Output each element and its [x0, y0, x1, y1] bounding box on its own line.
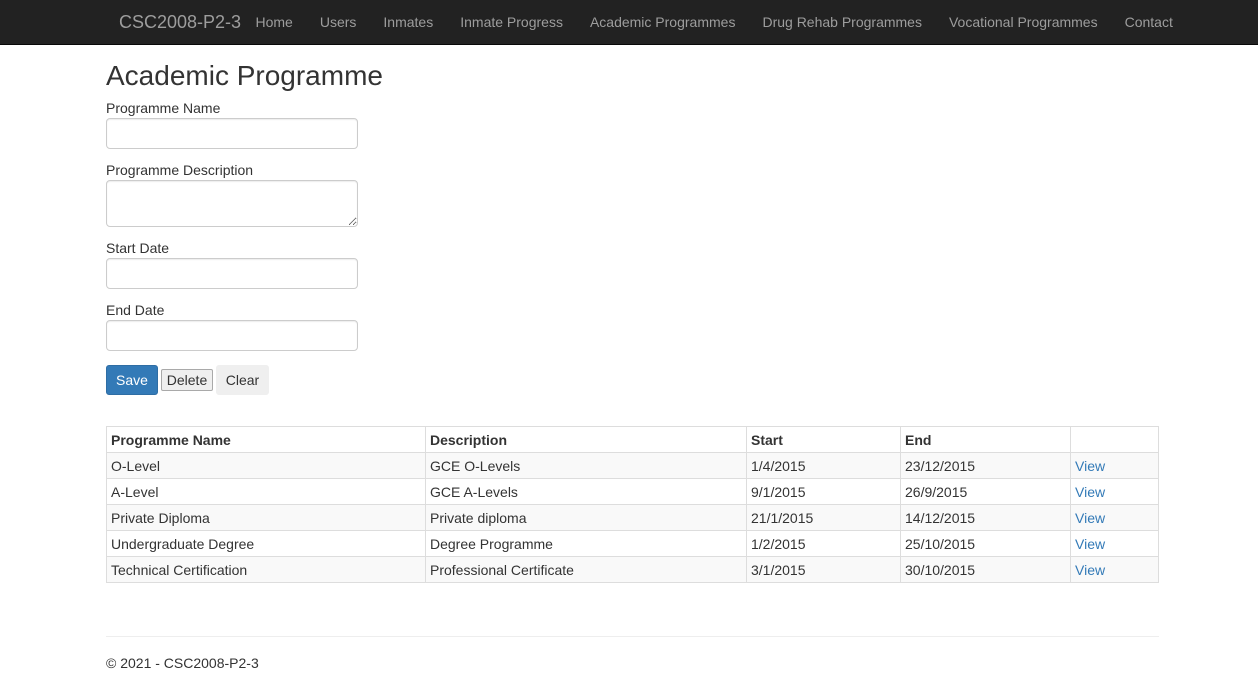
cell-end: 26/9/2015 [900, 478, 1071, 505]
cell-description: GCE O-Levels [425, 452, 747, 479]
view-link[interactable]: View [1075, 562, 1105, 578]
nav-menu: Home Users Inmates Inmate Progress Acade… [242, 0, 1186, 44]
header-start: Start [746, 426, 901, 453]
table-row: A-Level GCE A-Levels 9/1/2015 26/9/2015 … [106, 478, 1159, 505]
cell-start: 3/1/2015 [746, 556, 901, 583]
table-row: Technical Certification Professional Cer… [106, 556, 1159, 583]
header-action [1070, 426, 1159, 453]
cell-programme-name: Private Diploma [106, 504, 426, 531]
cell-description: Private diploma [425, 504, 747, 531]
programme-description-textarea[interactable] [106, 180, 358, 227]
footer: © 2021 - CSC2008-P2-3 [106, 655, 1159, 671]
header-description: Description [425, 426, 747, 453]
cell-action: View [1070, 504, 1159, 531]
view-link[interactable]: View [1075, 510, 1105, 526]
save-button[interactable]: Save [106, 365, 158, 395]
table-row: Undergraduate Degree Degree Programme 1/… [106, 530, 1159, 557]
nav-item-contact[interactable]: Contact [1111, 0, 1186, 44]
cell-start: 1/2/2015 [746, 530, 901, 557]
nav-item-inmates[interactable]: Inmates [370, 0, 447, 44]
end-date-label: End Date [106, 302, 165, 318]
clear-button[interactable]: Clear [216, 365, 269, 395]
cell-programme-name: Undergraduate Degree [106, 530, 426, 557]
programme-name-input[interactable] [106, 118, 358, 149]
header-end: End [900, 426, 1071, 453]
cell-start: 1/4/2015 [746, 452, 901, 479]
table-row: Private Diploma Private diploma 21/1/201… [106, 504, 1159, 531]
programme-name-label: Programme Name [106, 100, 221, 116]
cell-end: 25/10/2015 [900, 530, 1071, 557]
nav-item-users[interactable]: Users [306, 0, 370, 44]
footer-divider [106, 636, 1159, 637]
cell-description: Degree Programme [425, 530, 747, 557]
nav-item-drug-rehab-programmes[interactable]: Drug Rehab Programmes [749, 0, 936, 44]
nav-item-inmate-progress[interactable]: Inmate Progress [447, 0, 577, 44]
cell-programme-name: Technical Certification [106, 556, 426, 583]
header-programme-name: Programme Name [106, 426, 426, 453]
end-date-input[interactable] [106, 320, 358, 351]
form-actions: Save Delete Clear [106, 365, 1159, 395]
cell-programme-name: A-Level [106, 478, 426, 505]
view-link[interactable]: View [1075, 484, 1105, 500]
cell-end: 14/12/2015 [900, 504, 1071, 531]
cell-description: GCE A-Levels [425, 478, 747, 505]
cell-programme-name: O-Level [106, 452, 426, 479]
delete-button[interactable]: Delete [161, 369, 213, 391]
cell-start: 9/1/2015 [746, 478, 901, 505]
programmes-table: Programme Name Description Start End O-L… [106, 426, 1159, 583]
nav-item-academic-programmes[interactable]: Academic Programmes [576, 0, 749, 44]
table-row: O-Level GCE O-Levels 1/4/2015 23/12/2015… [106, 452, 1159, 479]
brand-link[interactable]: CSC2008-P2-3 [119, 12, 241, 33]
top-navbar: CSC2008-P2-3 Home Users Inmates Inmate P… [0, 0, 1258, 45]
start-date-label: Start Date [106, 240, 170, 256]
programme-form: Programme Name Programme Description Sta… [106, 100, 1159, 395]
table-header-row: Programme Name Description Start End [106, 426, 1159, 453]
footer-text: © 2021 - CSC2008-P2-3 [106, 655, 259, 671]
cell-end: 23/12/2015 [900, 452, 1071, 479]
page-title: Academic Programme [106, 60, 383, 91]
cell-action: View [1070, 478, 1159, 505]
view-link[interactable]: View [1075, 458, 1105, 474]
cell-action: View [1070, 452, 1159, 479]
cell-action: View [1070, 530, 1159, 557]
cell-description: Professional Certificate [425, 556, 747, 583]
view-link[interactable]: View [1075, 536, 1105, 552]
nav-item-vocational-programmes[interactable]: Vocational Programmes [935, 0, 1111, 44]
main-content: Academic Programme Programme Name Progra… [106, 45, 1159, 671]
nav-item-home[interactable]: Home [242, 0, 306, 44]
start-date-input[interactable] [106, 258, 358, 289]
programme-description-label: Programme Description [106, 162, 254, 178]
cell-start: 21/1/2015 [746, 504, 901, 531]
cell-end: 30/10/2015 [900, 556, 1071, 583]
cell-action: View [1070, 556, 1159, 583]
